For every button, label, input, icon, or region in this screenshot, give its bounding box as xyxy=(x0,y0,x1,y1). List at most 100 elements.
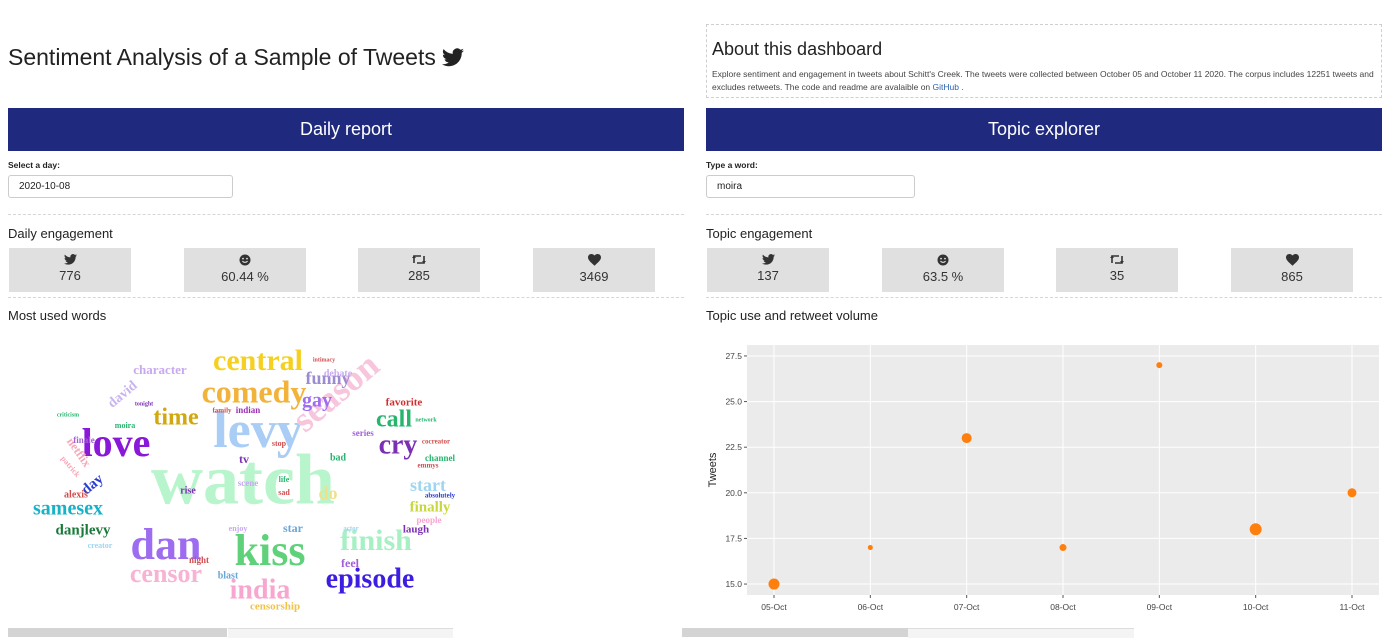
y-tick-label: 25.0 xyxy=(725,397,742,407)
topic-scatter-chart: 15.0 17.5 20.0 22.5 25.0 27.5 05-Oct 06-Oct 07-O… xyxy=(707,345,1379,612)
word-cry: cry xyxy=(379,429,418,460)
word-danjlevy: danjlevy xyxy=(55,522,111,538)
word-family: family xyxy=(212,407,232,415)
daily-tweets-card: 776 xyxy=(9,248,131,292)
divider xyxy=(706,214,1382,215)
page-title-text: Sentiment Analysis of a Sample of Tweets xyxy=(8,44,436,70)
x-tick-label: 05-Oct xyxy=(761,602,787,612)
word-call: call xyxy=(376,407,412,433)
daily-sentiment-value: 60.44 % xyxy=(221,269,269,284)
date-input[interactable]: 2020-10-08 xyxy=(8,175,233,198)
x-tick-label: 10-Oct xyxy=(1243,602,1269,612)
x-tick-label: 07-Oct xyxy=(954,602,980,612)
data-point[interactable] xyxy=(768,578,780,590)
about-text: Explore sentiment and engagement in twee… xyxy=(712,68,1376,94)
heart-icon xyxy=(587,254,601,266)
word-time: time xyxy=(153,405,199,431)
y-tick-label: 17.5 xyxy=(725,533,742,543)
data-point[interactable] xyxy=(1249,523,1262,536)
x-tick-label: 11-Oct xyxy=(1340,602,1366,612)
word-bad: bad xyxy=(330,452,347,463)
word-alexis: alexis xyxy=(64,489,88,500)
daily-likes-value: 3469 xyxy=(579,269,609,284)
word-cloud: watchlevykissdanloveseasoncomedycentralf… xyxy=(33,344,456,613)
data-point[interactable] xyxy=(867,545,873,551)
word-cocreator: cocreator xyxy=(422,438,450,446)
word-finale: finale xyxy=(73,435,95,445)
data-point[interactable] xyxy=(1156,362,1163,369)
word-scene: scene xyxy=(238,478,259,488)
topic-engagement-title: Topic engagement xyxy=(706,226,813,241)
word-blast: blast xyxy=(218,570,239,581)
daily-likes-card: 3469 xyxy=(533,248,655,292)
topic-tweets-value: 137 xyxy=(757,268,779,283)
word-actor: actor xyxy=(343,525,359,533)
twitter-icon xyxy=(761,254,775,265)
daily-retweets-value: 285 xyxy=(408,268,430,283)
y-tick-label: 20.0 xyxy=(725,488,742,498)
about-panel: About this dashboard Explore sentiment a… xyxy=(706,24,1382,98)
word-life: life xyxy=(279,475,290,484)
word-favorite: favorite xyxy=(386,397,423,409)
y-axis-label: Tweets xyxy=(707,452,719,487)
word-creator: creator xyxy=(88,541,113,550)
topic-retweets-value: 35 xyxy=(1109,268,1125,283)
word-star: star xyxy=(283,521,304,535)
word-gay: gay xyxy=(302,390,332,412)
word-input[interactable]: moira xyxy=(706,175,915,198)
daily-retweets-card: 285 xyxy=(358,248,480,292)
word-indian: indian xyxy=(236,405,261,415)
y-tick-label: 15.0 xyxy=(725,579,742,589)
data-point[interactable] xyxy=(961,433,972,444)
word-tv: tv xyxy=(239,452,249,466)
word-absolutely: absolutely xyxy=(425,492,456,500)
daily-tweets-value: 776 xyxy=(59,268,81,283)
select-day-label: Select a day: xyxy=(8,160,60,170)
divider xyxy=(706,297,1382,298)
word-network: network xyxy=(415,417,437,423)
bottom-tab[interactable] xyxy=(682,628,908,637)
word-comedy: comedy xyxy=(202,373,307,409)
word-tonight: tonight xyxy=(135,401,153,407)
word-series: series xyxy=(352,428,374,438)
word-emmys: emmys xyxy=(418,462,439,470)
topic-retweets-card: 35 xyxy=(1056,248,1178,292)
topic-explorer-banner: Topic explorer xyxy=(706,108,1382,151)
daily-sentiment-card: 60.44 % xyxy=(184,248,306,292)
word-intimacy: intimacy xyxy=(313,357,335,363)
word-samesex: samesex xyxy=(33,498,103,520)
retweet-icon xyxy=(1110,255,1124,264)
y-tick-label: 27.5 xyxy=(725,351,742,361)
word-laugh: laugh xyxy=(403,524,429,536)
retweet-icon xyxy=(412,255,426,264)
word-people: people xyxy=(416,515,441,525)
daily-report-banner: Daily report xyxy=(8,108,684,151)
github-link[interactable]: GitHub xyxy=(933,82,959,92)
topic-tweets-card: 137 xyxy=(707,248,829,292)
word-feel: feel xyxy=(341,556,360,570)
word-sad: sad xyxy=(278,488,290,497)
data-point[interactable] xyxy=(1347,488,1357,498)
twitter-icon xyxy=(63,254,77,265)
word-enjoy: enjoy xyxy=(229,524,248,533)
about-heading: About this dashboard xyxy=(712,39,883,59)
most-used-words-title: Most used words xyxy=(8,308,107,323)
word-moira: moira xyxy=(115,421,135,430)
data-point[interactable] xyxy=(1059,544,1067,552)
smiley-icon xyxy=(937,254,949,266)
divider xyxy=(8,214,684,215)
bottom-tab[interactable] xyxy=(8,628,227,637)
topic-sentiment-card: 63.5 % xyxy=(882,248,1004,292)
word-central: central xyxy=(213,344,303,377)
word-rise: rise xyxy=(180,485,196,496)
word-character: character xyxy=(133,362,187,377)
word-night: night xyxy=(189,555,209,565)
word-debate: debate xyxy=(324,368,353,379)
y-tick-label: 22.5 xyxy=(725,442,742,452)
smiley-icon xyxy=(239,254,251,266)
word-stop: stop xyxy=(272,439,287,448)
topic-likes-card: 865 xyxy=(1231,248,1353,292)
x-tick-label: 09-Oct xyxy=(1147,602,1173,612)
about-body: Explore sentiment and engagement in twee… xyxy=(712,69,1374,92)
about-tail: . xyxy=(959,82,964,92)
